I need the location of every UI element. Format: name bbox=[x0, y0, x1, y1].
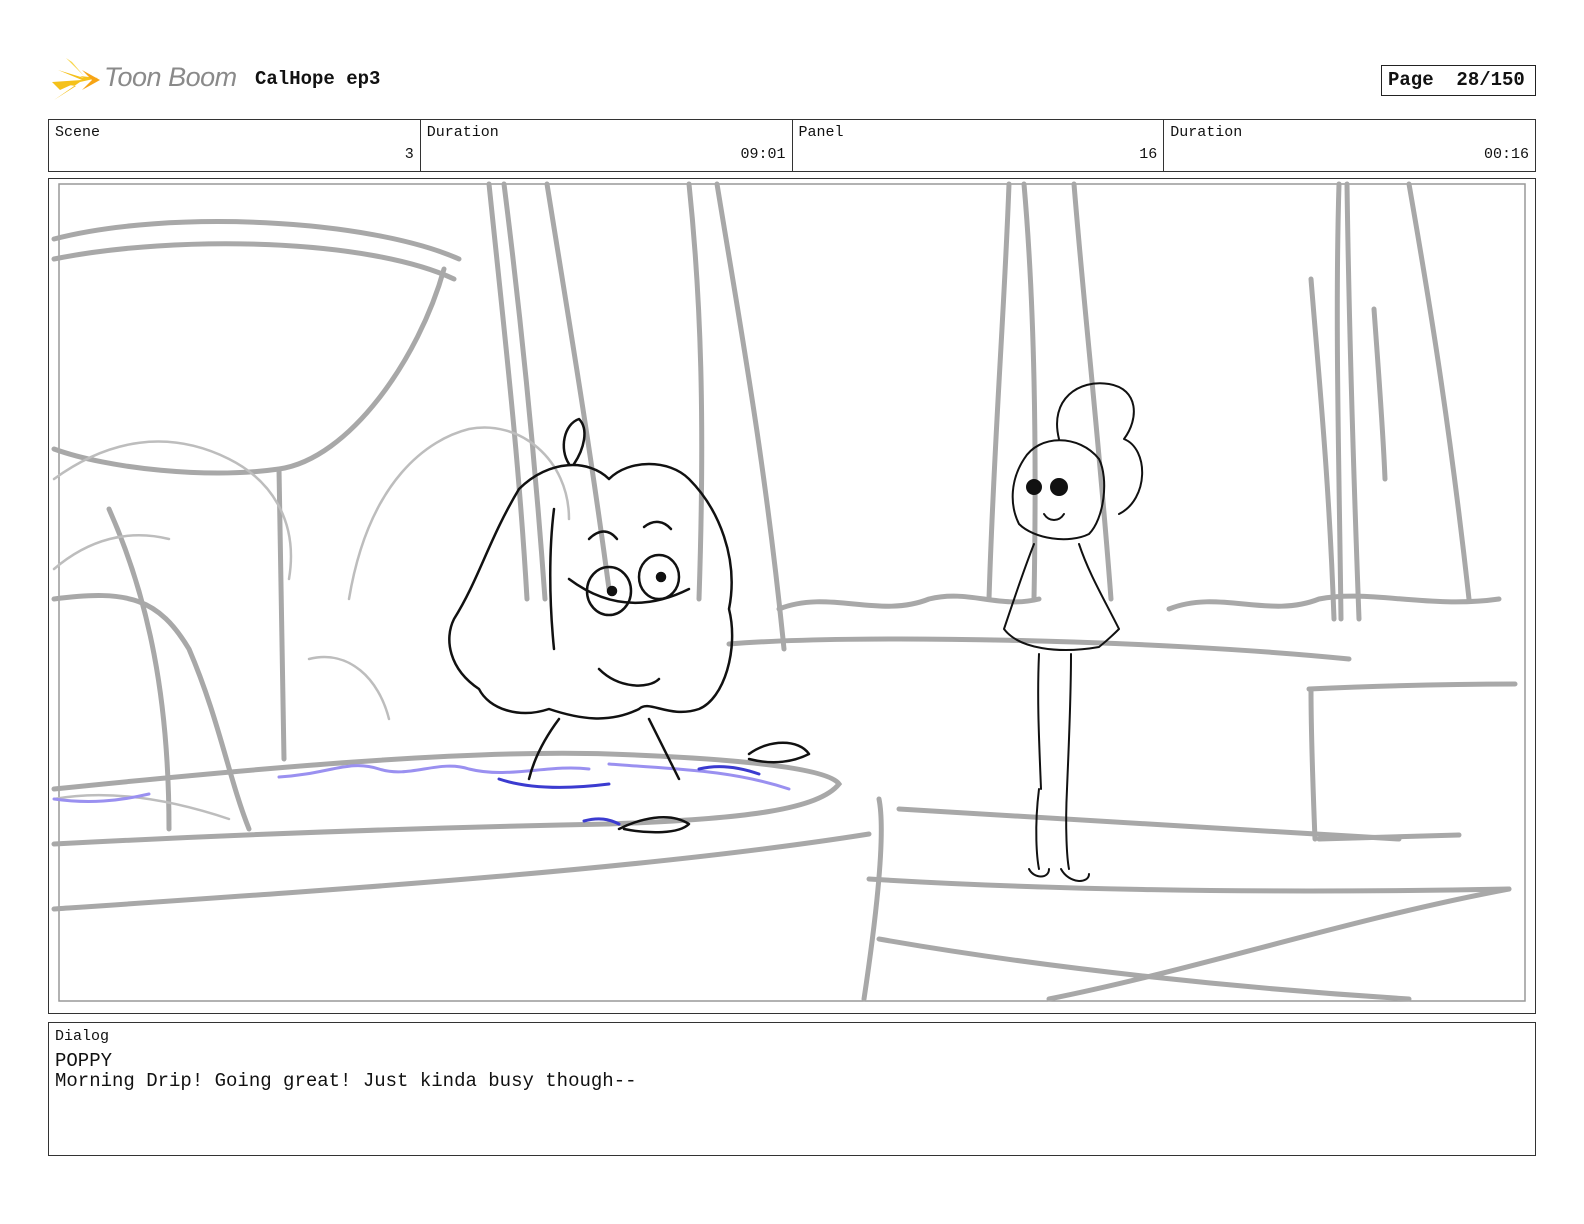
scene-duration-cell: Duration 09:01 bbox=[421, 120, 793, 171]
scene-label: Scene bbox=[55, 124, 101, 141]
scene-info-table: Scene 3 Duration 09:01 Panel 16 Duration… bbox=[48, 119, 1536, 172]
scene-value: 3 bbox=[404, 146, 414, 163]
water-ripples bbox=[52, 762, 791, 826]
page-number: 28/150 bbox=[1456, 69, 1525, 91]
panel-value: 16 bbox=[1139, 146, 1158, 163]
dialog-line: Morning Drip! Going great! Just kinda bu… bbox=[55, 1070, 637, 1092]
page-label: Page bbox=[1388, 69, 1434, 91]
scene-duration-value: 09:01 bbox=[740, 146, 786, 163]
poppy-character bbox=[1003, 382, 1144, 882]
scene-duration-label: Duration bbox=[426, 124, 499, 141]
logo-wordmark: Toon Boom bbox=[104, 62, 237, 92]
panel-label: Panel bbox=[798, 124, 844, 141]
storyboard-panel bbox=[48, 178, 1536, 1014]
background-sketch bbox=[51, 181, 1518, 1002]
panel-duration-cell: Duration 00:16 bbox=[1164, 120, 1535, 171]
page-indicator: Page 28/150 bbox=[1381, 65, 1536, 96]
panel-duration-value: 00:16 bbox=[1483, 146, 1529, 163]
drip-character bbox=[448, 417, 811, 834]
fountain-statue-sketch bbox=[52, 426, 571, 821]
dialog-box: Dialog POPPY Morning Drip! Going great! … bbox=[48, 1022, 1536, 1156]
panel-duration-label: Duration bbox=[1170, 124, 1243, 141]
panel-cell: Panel 16 bbox=[793, 120, 1165, 171]
dialog-speaker: POPPY bbox=[55, 1050, 113, 1072]
project-title: CalHope ep3 bbox=[255, 68, 381, 90]
toon-boom-logo: Toon Boom bbox=[52, 56, 242, 106]
panel-sketch bbox=[51, 181, 1526, 1002]
logo-burst-icon bbox=[52, 58, 100, 100]
scene-cell: Scene 3 bbox=[49, 120, 421, 171]
dialog-label: Dialog bbox=[55, 1028, 110, 1045]
